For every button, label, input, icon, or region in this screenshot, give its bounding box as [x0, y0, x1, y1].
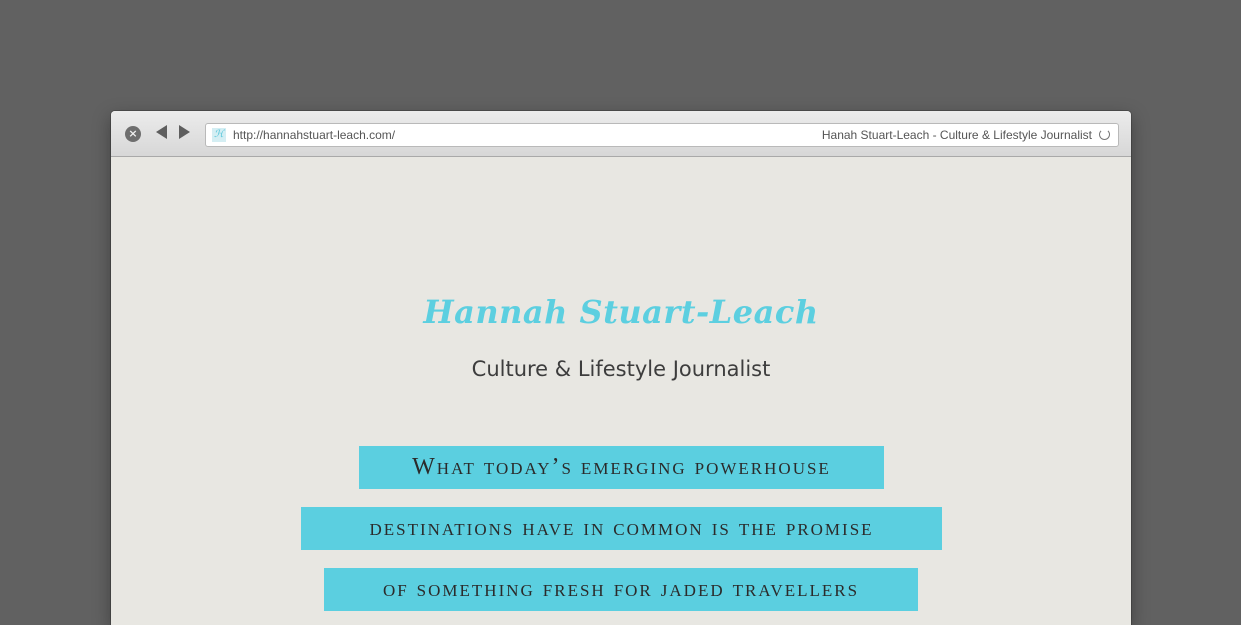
site-name[interactable]: Hannah Stuart-Leach — [111, 293, 1131, 331]
favicon-icon: ℋ — [212, 128, 226, 142]
address-bar[interactable]: ℋ http://hannahstuart-leach.com/ Hanah S… — [205, 123, 1119, 147]
forward-arrow-icon[interactable] — [179, 125, 190, 139]
quote-line-2: destinations have in common is the promi… — [301, 507, 942, 550]
back-arrow-icon[interactable] — [156, 125, 167, 139]
browser-toolbar: × ℋ http://hannahstuart-leach.com/ Hanah… — [111, 111, 1131, 157]
page-title: Hanah Stuart-Leach - Culture & Lifestyle… — [821, 128, 1092, 142]
quote-line-1: What today’s emerging powerhouse — [359, 446, 884, 489]
url-text[interactable]: http://hannahstuart-leach.com/ — [233, 128, 395, 142]
reload-icon[interactable] — [1099, 129, 1110, 140]
quote-line-3: of something fresh for jaded travellers — [324, 568, 918, 611]
tagline: Culture & Lifestyle Journalist — [471, 357, 771, 381]
close-icon[interactable]: × — [125, 126, 141, 142]
browser-window: × ℋ http://hannahstuart-leach.com/ Hanah… — [111, 111, 1131, 625]
